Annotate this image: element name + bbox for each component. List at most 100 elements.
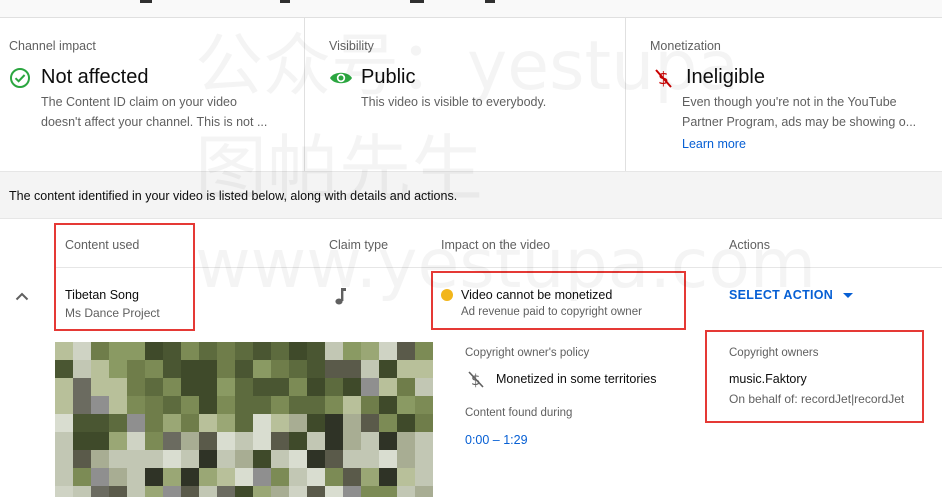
thumbnail-mosaic-cell	[127, 378, 145, 396]
thumbnail-mosaic-cell	[145, 450, 163, 468]
thumbnail-mosaic-cell	[55, 396, 73, 414]
thumbnail-mosaic-cell	[415, 414, 433, 432]
thumbnail-mosaic-cell	[181, 468, 199, 486]
monetization-value: Ineligible	[686, 66, 765, 88]
thumbnail-mosaic-cell	[415, 450, 433, 468]
thumbnail-mosaic-cell	[199, 432, 217, 450]
thumbnail-mosaic-cell	[199, 378, 217, 396]
card-description: The Content ID claim on your video doesn…	[41, 92, 281, 132]
header-claim-type: Claim type	[329, 238, 389, 252]
thumbnail-mosaic-cell	[91, 486, 109, 497]
thumbnail-mosaic-cell	[109, 342, 127, 360]
thumbnail-mosaic-cell	[91, 342, 109, 360]
thumbnail-mosaic-cell	[163, 396, 181, 414]
thumbnail-mosaic-cell	[217, 450, 235, 468]
thumbnail-mosaic-cell	[253, 360, 271, 378]
card-description-line: Even though you're not in the YouTube	[682, 95, 897, 109]
thumbnail-mosaic-cell	[55, 450, 73, 468]
thumbnail-mosaic-cell	[415, 396, 433, 414]
thumbnail-mosaic-cell	[181, 486, 199, 497]
thumbnail-mosaic-cell	[109, 414, 127, 432]
visibility-value: Public	[361, 66, 416, 88]
thumbnail-mosaic-cell	[397, 486, 415, 497]
thumbnail-mosaic-cell	[235, 468, 253, 486]
policy-value: Monetized in some territories	[496, 372, 657, 386]
thumbnail-mosaic-cell	[253, 486, 271, 497]
header-impact: Impact on the video	[441, 238, 551, 252]
card-description-line: The Content ID claim on your video	[41, 95, 237, 109]
thumbnail-mosaic-cell	[343, 486, 361, 497]
thumbnail-mosaic-cell	[289, 378, 307, 396]
thumbnail-mosaic-cell	[325, 468, 343, 486]
cropped-text-fragment	[485, 0, 495, 3]
select-action-button[interactable]: SELECT ACTION	[729, 288, 854, 302]
thumbnail-mosaic-cell	[235, 450, 253, 468]
thumbnail-mosaic-cell	[235, 378, 253, 396]
thumbnail-mosaic-cell	[289, 486, 307, 497]
header-content-used: Content used	[65, 238, 140, 252]
thumbnail-mosaic-cell	[379, 468, 397, 486]
select-action-label: SELECT ACTION	[729, 288, 834, 302]
thumbnail-mosaic-cell	[73, 432, 91, 450]
thumbnail-mosaic-cell	[343, 468, 361, 486]
thumbnail-mosaic-cell	[379, 396, 397, 414]
thumbnail-mosaic-cell	[379, 450, 397, 468]
thumbnail-mosaic-cell	[217, 414, 235, 432]
thumbnail-mosaic-cell	[271, 486, 289, 497]
thumbnail-mosaic-cell	[145, 342, 163, 360]
thumbnail-mosaic-cell	[271, 450, 289, 468]
content-found-caption: Content found during	[465, 407, 573, 419]
thumbnail-mosaic-cell	[325, 414, 343, 432]
thumbnail-mosaic-cell	[181, 396, 199, 414]
thumbnail-mosaic-cell	[127, 468, 145, 486]
thumbnail-mosaic-cell	[253, 432, 271, 450]
thumbnail-mosaic-cell	[91, 378, 109, 396]
thumbnail-mosaic-cell	[325, 378, 343, 396]
thumbnail-mosaic-cell	[217, 468, 235, 486]
thumbnail-mosaic-cell	[415, 486, 433, 497]
thumbnail-mosaic-cell	[163, 342, 181, 360]
content-found-range-link[interactable]: 0:00 – 1:29	[465, 433, 528, 447]
thumbnail-mosaic-cell	[73, 360, 91, 378]
collapse-row-button[interactable]	[12, 286, 32, 306]
thumbnail-mosaic-cell	[181, 378, 199, 396]
thumbnail-mosaic-cell	[145, 486, 163, 497]
monetization-card: Monetization $ Ineligible Even though yo…	[626, 18, 942, 171]
thumbnail-mosaic-cell	[109, 396, 127, 414]
thumbnail-mosaic-cell	[253, 414, 271, 432]
card-status: Public	[329, 66, 415, 89]
thumbnail-mosaic-cell	[289, 414, 307, 432]
thumbnail-mosaic-cell	[91, 360, 109, 378]
thumbnail-mosaic-cell	[325, 486, 343, 497]
thumbnail-mosaic-cell	[199, 342, 217, 360]
thumbnail-mosaic-cell	[325, 432, 343, 450]
caret-down-icon	[843, 292, 854, 298]
thumbnail-mosaic-cell	[73, 450, 91, 468]
impact-status-dot	[441, 289, 453, 301]
thumbnail-mosaic-cell	[55, 378, 73, 396]
thumbnail-mosaic-cell	[181, 432, 199, 450]
card-caption: Visibility	[329, 39, 374, 53]
thumbnail-mosaic-cell	[379, 414, 397, 432]
thumbnail-mosaic-cell	[127, 396, 145, 414]
thumbnail-mosaic-cell	[127, 360, 145, 378]
eye-icon	[329, 67, 353, 89]
thumbnail-mosaic-cell	[325, 396, 343, 414]
thumbnail-mosaic-cell	[217, 378, 235, 396]
learn-more-link[interactable]: Learn more	[682, 137, 746, 151]
thumbnail-mosaic-cell	[361, 486, 379, 497]
thumbnail-mosaic-cell	[235, 342, 253, 360]
thumbnail-mosaic-cell	[181, 342, 199, 360]
music-note-icon	[333, 286, 349, 306]
thumbnail-mosaic-cell	[217, 396, 235, 414]
thumbnail-mosaic-cell	[271, 468, 289, 486]
thumbnail-mosaic-cell	[73, 486, 91, 497]
thumbnail-mosaic-cell	[145, 378, 163, 396]
thumbnail-mosaic-cell	[91, 396, 109, 414]
thumbnail-mosaic-cell	[253, 396, 271, 414]
thumbnail-mosaic-cell	[361, 396, 379, 414]
thumbnail-mosaic-cell	[253, 378, 271, 396]
thumbnail-mosaic-cell	[361, 450, 379, 468]
copyright-owners-caption: Copyright owners	[729, 347, 819, 359]
thumbnail-mosaic-cell	[73, 396, 91, 414]
